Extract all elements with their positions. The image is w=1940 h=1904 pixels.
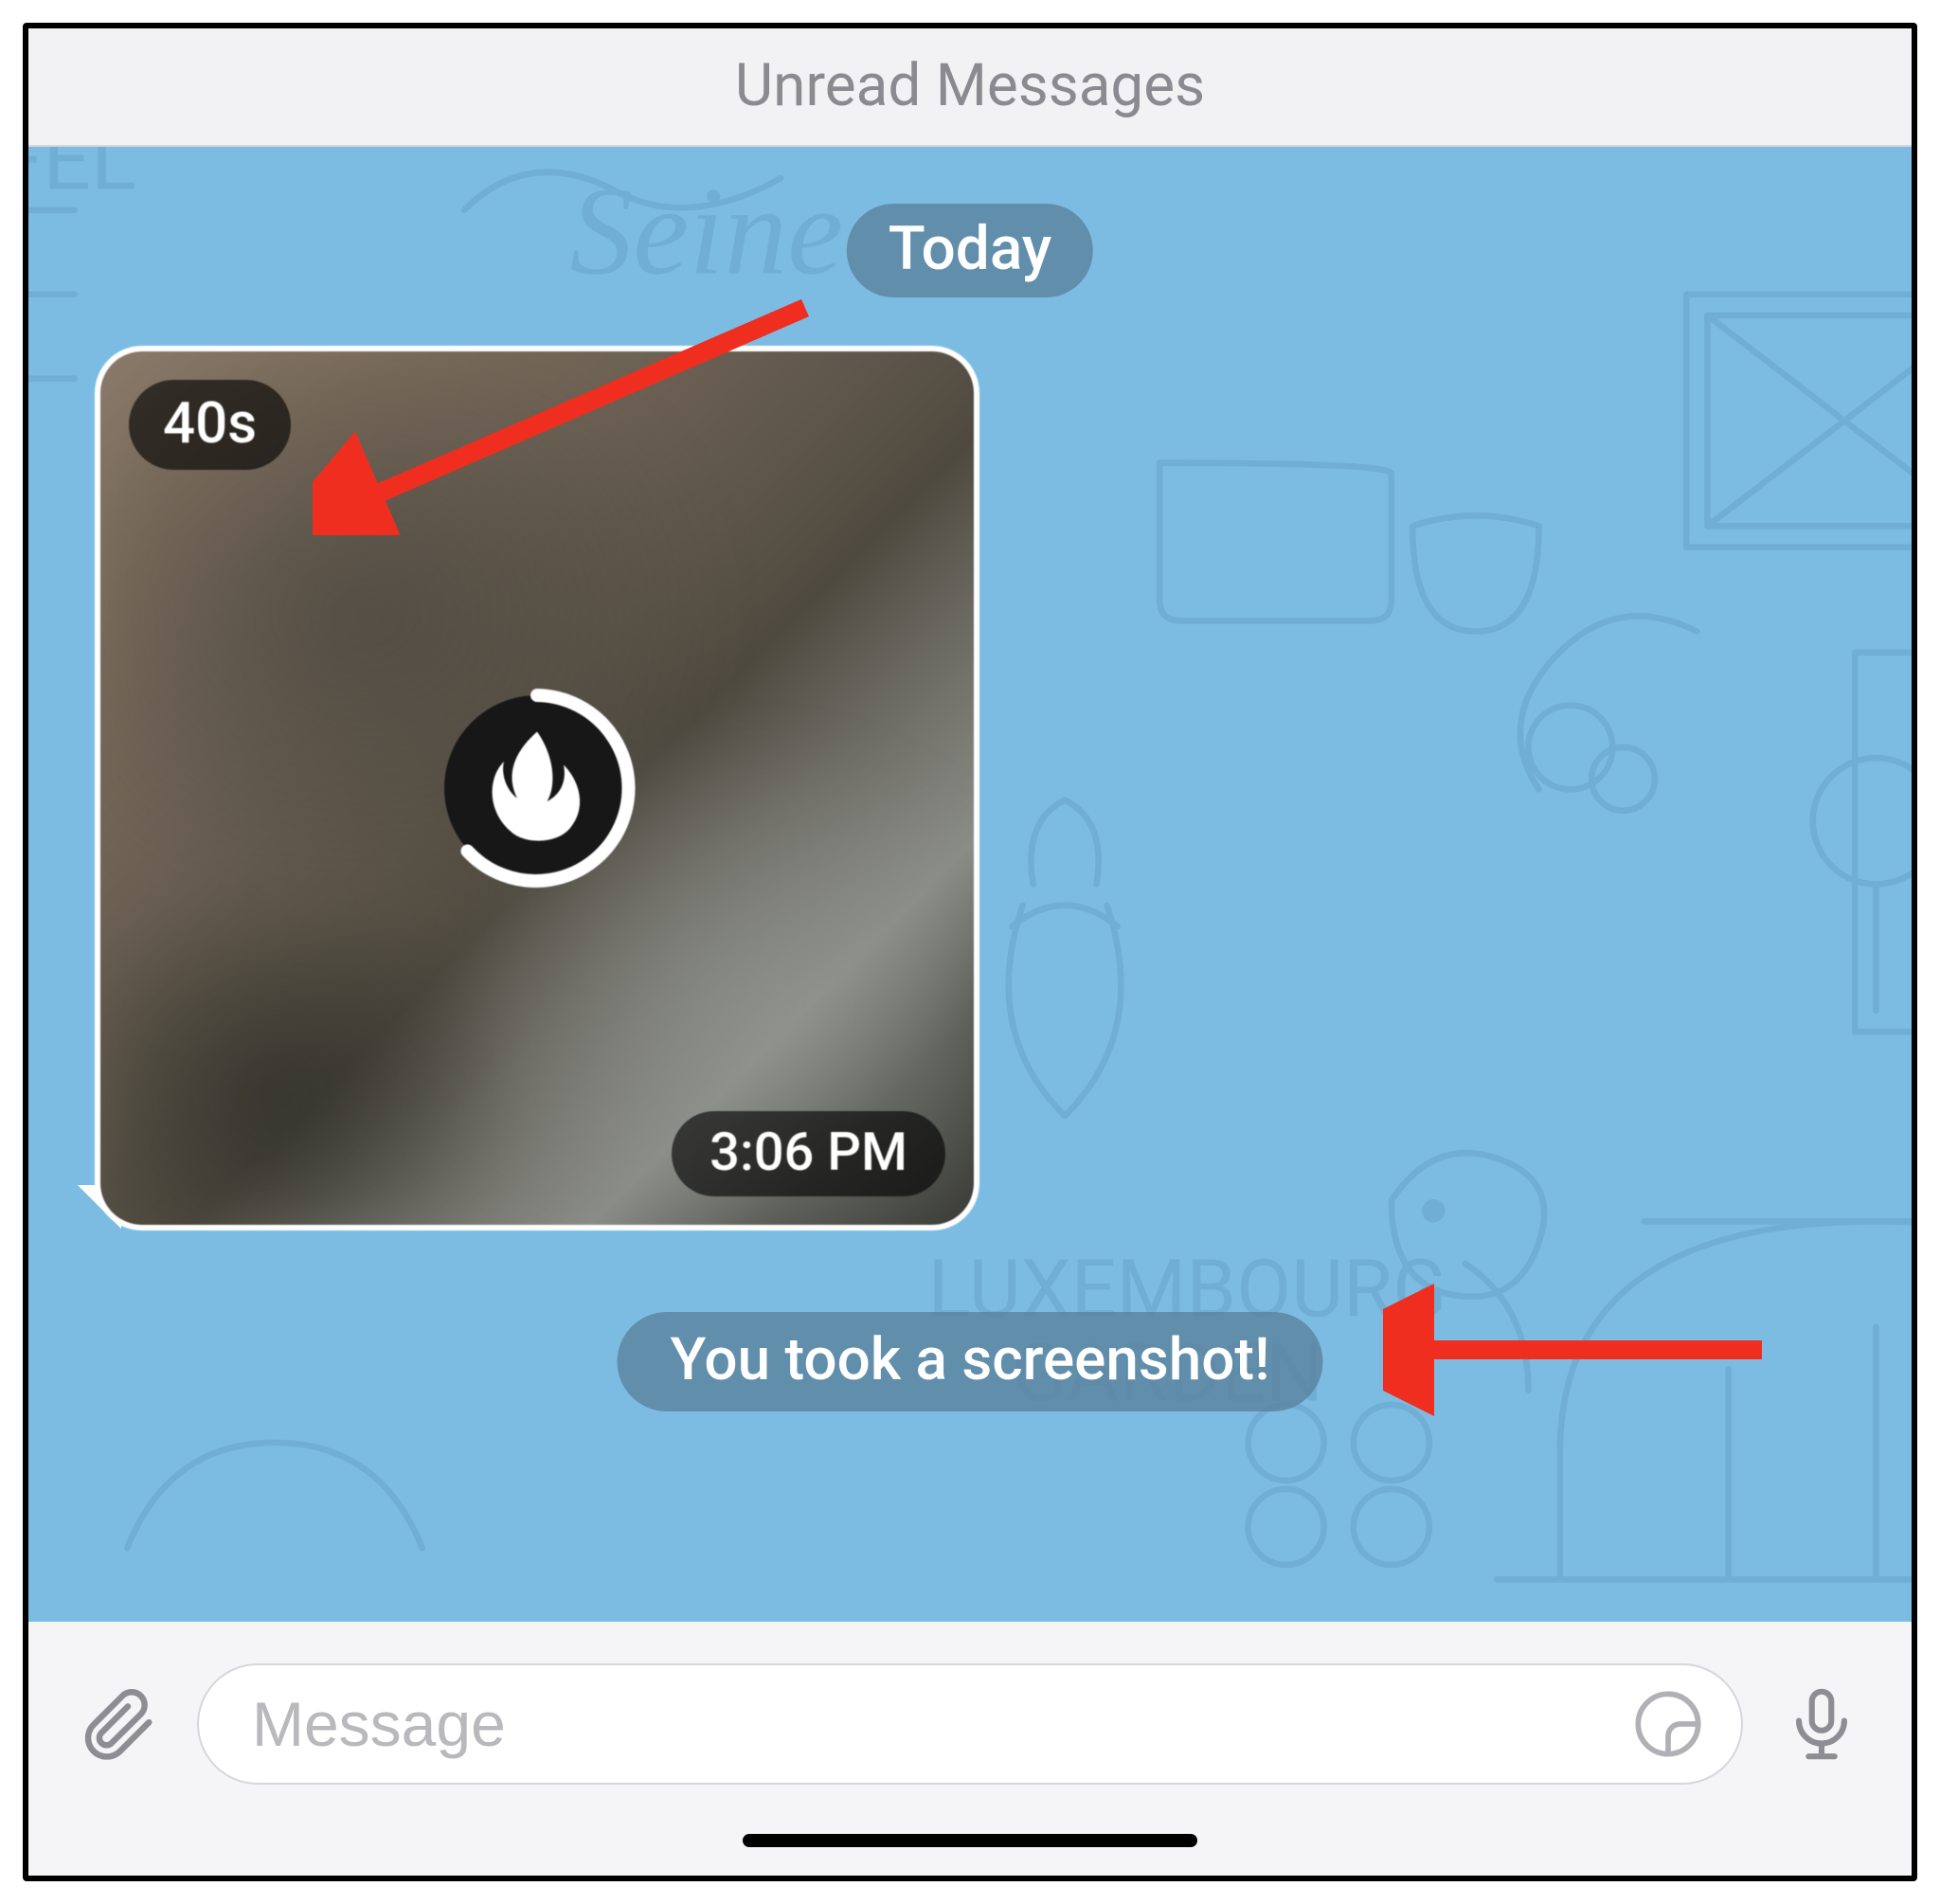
header-title: Unread Messages xyxy=(735,51,1205,120)
unread-header: Unread Messages xyxy=(28,28,1912,147)
self-destruct-timer-badge: 40s xyxy=(129,380,291,470)
annotation-arrow-2 xyxy=(1383,1284,1781,1416)
home-indicator-area xyxy=(28,1823,1912,1876)
message-input[interactable] xyxy=(252,1688,1608,1760)
disappearing-photo-message[interactable]: 40s 3:06 PM xyxy=(95,346,979,1230)
app-panel: Unread Messages IFFEL Seine xyxy=(23,23,1917,1881)
message-timestamp: 3:06 PM xyxy=(672,1111,945,1196)
attach-button[interactable] xyxy=(76,1681,161,1767)
message-input-container[interactable] xyxy=(197,1663,1743,1785)
date-label: Today xyxy=(889,213,1051,284)
date-separator: Today xyxy=(847,204,1093,297)
microphone-button[interactable] xyxy=(1779,1681,1864,1767)
home-indicator[interactable] xyxy=(743,1834,1197,1847)
paperclip-icon xyxy=(78,1683,159,1765)
chat-area[interactable]: IFFEL Seine LUXEMBOURG xyxy=(28,147,1912,1622)
flame-icon xyxy=(438,689,637,888)
app-frame: Unread Messages IFFEL Seine xyxy=(0,0,1940,1904)
chat-content: Today 40s 3:0 xyxy=(28,147,1912,1622)
screenshot-notice: You took a screenshot! xyxy=(618,1312,1323,1411)
sticker-button[interactable] xyxy=(1627,1683,1709,1765)
microphone-icon xyxy=(1783,1685,1860,1763)
message-composer xyxy=(28,1622,1912,1823)
service-text: You took a screenshot! xyxy=(671,1325,1270,1394)
timestamp-text: 3:06 PM xyxy=(710,1121,907,1183)
timer-text: 40s xyxy=(163,389,257,457)
sticker-icon xyxy=(1632,1688,1704,1760)
